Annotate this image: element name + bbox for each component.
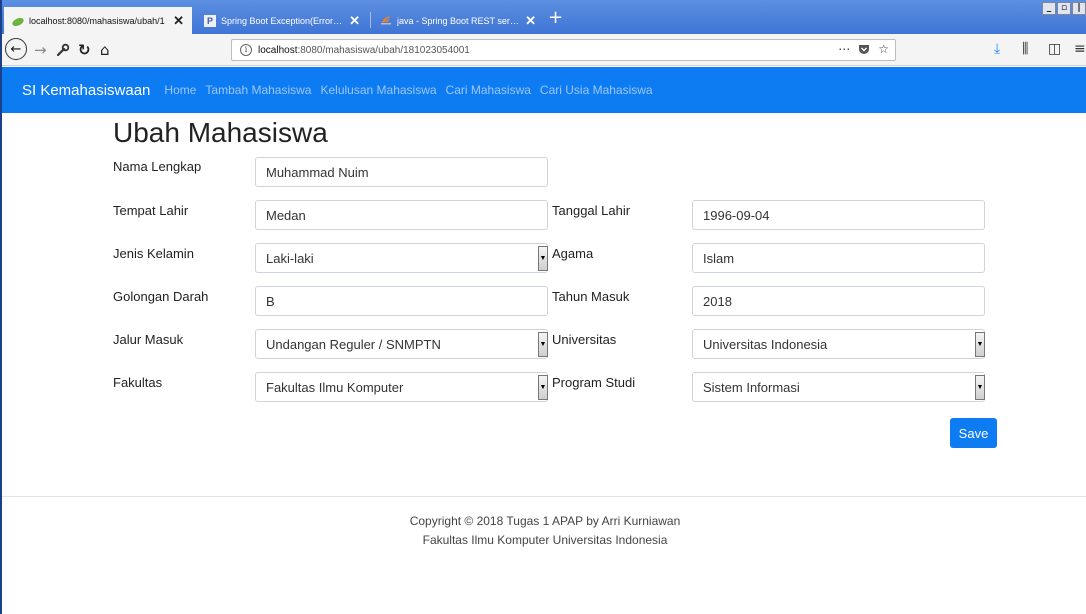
url-actions: ⋯ ☆ <box>838 42 889 58</box>
program-studi-label: Program Studi <box>552 375 636 390</box>
fakultas-select[interactable]: Fakultas Ilmu Komputer ▼ <box>255 372 548 402</box>
universitas-value: Universitas Indonesia <box>703 336 828 352</box>
jenis-kelamin-value: Laki-laki <box>266 250 314 266</box>
download-icon[interactable]: ⤓ <box>994 41 1000 57</box>
p-icon: P <box>204 14 216 27</box>
footer-copyright: Copyright © 2018 Tugas 1 APAP by Arri Ku… <box>409 514 681 528</box>
jenis-kelamin-select[interactable]: Laki-laki ▼ <box>255 243 548 273</box>
jalur-masuk-select[interactable]: Undangan Reguler / SNMPTN ▼ <box>255 329 548 359</box>
jalur-masuk-value: Undangan Reguler / SNMPTN <box>266 336 441 352</box>
browser-window: localhost:8080/mahasiswa/ubah/1 ✕ P Spri… <box>0 0 1086 614</box>
nav-link-cari-usia-mahasiswa[interactable]: Cari Usia Mahasiswa <box>540 83 653 97</box>
agama-label: Agama <box>552 246 594 261</box>
navbar-brand[interactable]: SI Kemahasiswaan <box>22 82 150 99</box>
home-icon[interactable]: ⌂ <box>100 40 110 60</box>
info-icon[interactable]: i <box>240 44 252 56</box>
footer-faculty: Fakultas Ilmu Komputer Universitas Indon… <box>422 533 668 547</box>
tahun-masuk-label: Tahun Masuk <box>552 289 630 304</box>
dropdown-arrow-icon[interactable]: ▼ <box>975 332 985 357</box>
dropdown-arrow-icon[interactable]: ▼ <box>538 375 548 400</box>
sidebar-icon[interactable]: ◫ <box>1048 41 1061 57</box>
jalur-masuk-label: Jalur Masuk <box>113 332 184 347</box>
universitas-label: Universitas <box>552 332 617 347</box>
close-icon[interactable]: ✕ <box>349 13 360 29</box>
dropdown-arrow-icon[interactable]: ▼ <box>538 332 548 357</box>
back-button[interactable]: ← <box>5 38 27 60</box>
library-icon[interactable]: ⫼ <box>1022 41 1028 57</box>
fakultas-label: Fakultas <box>113 375 163 390</box>
close-icon[interactable]: ✕ <box>525 13 536 29</box>
close-window-button[interactable]: | <box>1072 2 1086 15</box>
url-path: :8080/mahasiswa/ubah/181023054001 <box>297 44 470 56</box>
url-host: localhost <box>258 44 298 56</box>
program-studi-select[interactable]: Sistem Informasi ▼ <box>692 372 985 402</box>
fakultas-value: Fakultas Ilmu Komputer <box>266 379 404 395</box>
tab-label: java - Spring Boot REST service ex <box>397 15 519 26</box>
tanggal-lahir-input[interactable]: 1996-09-04 <box>692 200 985 230</box>
agama-input[interactable]: Islam <box>692 243 985 273</box>
stackoverflow-icon <box>380 15 392 27</box>
new-tab-button[interactable]: + <box>548 8 563 28</box>
dropdown-arrow-icon[interactable]: ▼ <box>975 375 985 400</box>
program-studi-value: Sistem Informasi <box>703 379 800 395</box>
reload-icon[interactable]: ↻ <box>78 40 91 60</box>
tempat-lahir-input[interactable]: Medan <box>255 200 548 230</box>
tanggal-lahir-label: Tanggal Lahir <box>552 203 631 218</box>
window-controls: _ ▫ | <box>1041 2 1086 15</box>
nama-lengkap-label: Nama Lengkap <box>113 159 202 174</box>
dropdown-arrow-icon[interactable]: ▼ <box>538 246 548 271</box>
tab-separator <box>370 12 371 28</box>
leaf-icon <box>12 15 24 27</box>
tab-spring-boot-exception[interactable]: P Spring Boot Exception(Error) Hand ✕ <box>196 7 368 34</box>
nav-link-kelulusan-mahasiswa[interactable]: Kelulusan Mahasiswa <box>320 83 436 97</box>
footer-divider <box>2 496 1086 497</box>
navigation-toolbar: ← → ↻ ⌂ i localhost:8080/mahasiswa/ubah/… <box>2 34 1086 66</box>
tab-label: localhost:8080/mahasiswa/ubah/1 <box>29 15 165 26</box>
minimize-button[interactable]: _ <box>1042 2 1056 15</box>
restore-button[interactable]: ▫ <box>1057 2 1071 15</box>
tab-java-spring-boot-rest[interactable]: java - Spring Boot REST service ex ✕ <box>372 7 544 34</box>
page-title: Ubah Mahasiswa <box>113 117 328 148</box>
tab-label: Spring Boot Exception(Error) Hand <box>221 15 343 26</box>
tahun-masuk-input[interactable]: 2018 <box>692 286 985 316</box>
golongan-darah-input[interactable]: B <box>255 286 548 316</box>
nav-link-home[interactable]: Home <box>164 83 196 97</box>
pocket-icon[interactable] <box>858 42 870 58</box>
golongan-darah-label: Golongan Darah <box>113 289 209 304</box>
tempat-lahir-label: Tempat Lahir <box>113 203 189 218</box>
wrench-icon[interactable] <box>56 40 70 62</box>
forward-button[interactable]: → <box>34 40 47 60</box>
save-button[interactable]: Save <box>950 418 997 448</box>
nav-link-tambah-mahasiswa[interactable]: Tambah Mahasiswa <box>205 83 311 97</box>
jenis-kelamin-label: Jenis Kelamin <box>113 246 194 261</box>
universitas-select[interactable]: Universitas Indonesia ▼ <box>692 329 985 359</box>
nama-lengkap-input[interactable]: Muhammad Nuim <box>255 157 548 187</box>
menu-icon[interactable]: ≡ <box>1074 41 1086 57</box>
main-content: Ubah Mahasiswa Nama Lengkap Muhammad Nui… <box>2 113 1086 614</box>
url-bar[interactable]: i localhost:8080/mahasiswa/ubah/18102305… <box>231 39 896 61</box>
more-icon[interactable]: ⋯ <box>838 42 850 58</box>
bookmark-star-icon[interactable]: ☆ <box>878 42 889 58</box>
app-navbar: SI Kemahasiswaan Home Tambah Mahasiswa K… <box>2 67 1086 113</box>
tab-strip: localhost:8080/mahasiswa/ubah/1 ✕ P Spri… <box>2 0 1086 34</box>
tab-ubah-mahasiswa[interactable]: localhost:8080/mahasiswa/ubah/1 ✕ <box>4 7 192 34</box>
close-icon[interactable]: ✕ <box>173 13 184 29</box>
nav-link-cari-mahasiswa[interactable]: Cari Mahasiswa <box>446 83 531 97</box>
